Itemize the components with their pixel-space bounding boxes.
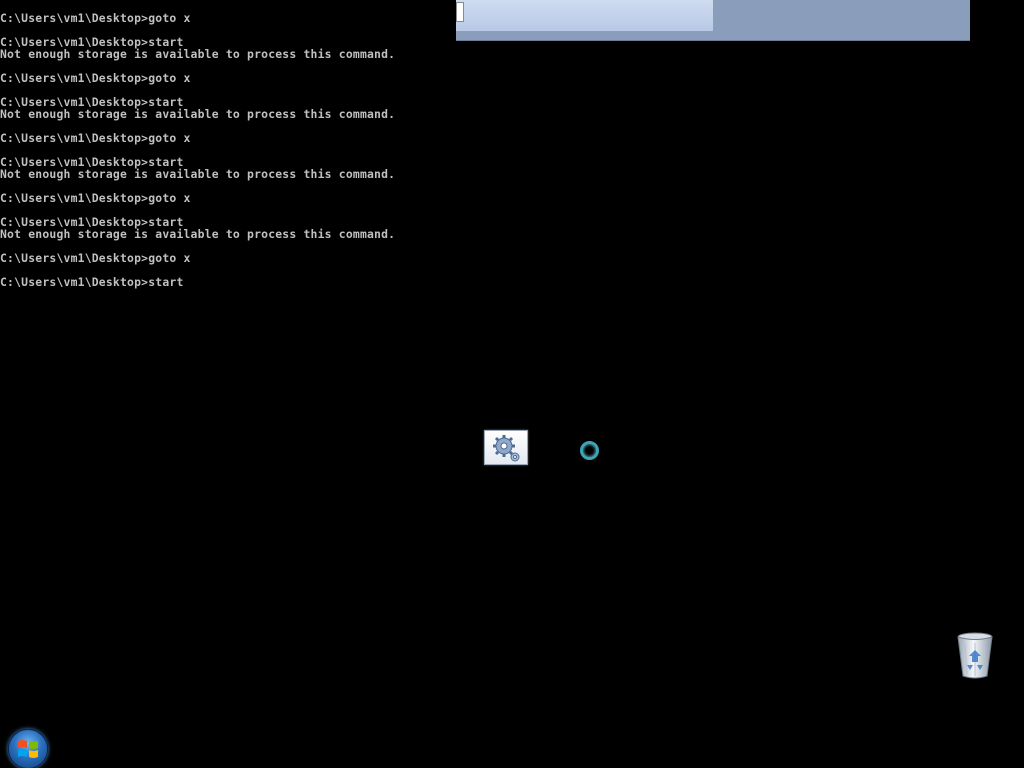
console-line: Not enough storage is available to proce… — [0, 47, 396, 61]
console-line: C:\Users\vm1\Desktop>goto x — [0, 251, 191, 265]
top-window-strip[interactable] — [456, 0, 970, 41]
console-line: C:\Users\vm1\Desktop>goto x — [0, 131, 191, 145]
console-line: C:\Users\vm1\Desktop>start — [0, 275, 184, 289]
text-caret — [456, 2, 464, 22]
start-button[interactable] — [8, 729, 48, 768]
console-line: Not enough storage is available to proce… — [0, 107, 396, 121]
console-line: C:\Users\vm1\Desktop>goto x — [0, 71, 191, 85]
gear-icon — [493, 435, 520, 462]
console-line: Not enough storage is available to proce… — [0, 167, 396, 181]
windows-logo-icon — [18, 740, 38, 758]
command-prompt-output: C:\Users\vm1\Desktop>goto x C:\Users\vm1\… — [0, 12, 460, 288]
console-line: C:\Users\vm1\Desktop>goto x — [0, 11, 191, 25]
recycle-bin-icon[interactable] — [955, 632, 995, 680]
console-line: C:\Users\vm1\Desktop>goto x — [0, 191, 191, 205]
console-line: Not enough storage is available to proce… — [0, 227, 396, 241]
strip-progress-fill — [456, 0, 713, 31]
gear-window-icon[interactable] — [484, 430, 528, 465]
busy-ring-icon — [580, 441, 599, 460]
